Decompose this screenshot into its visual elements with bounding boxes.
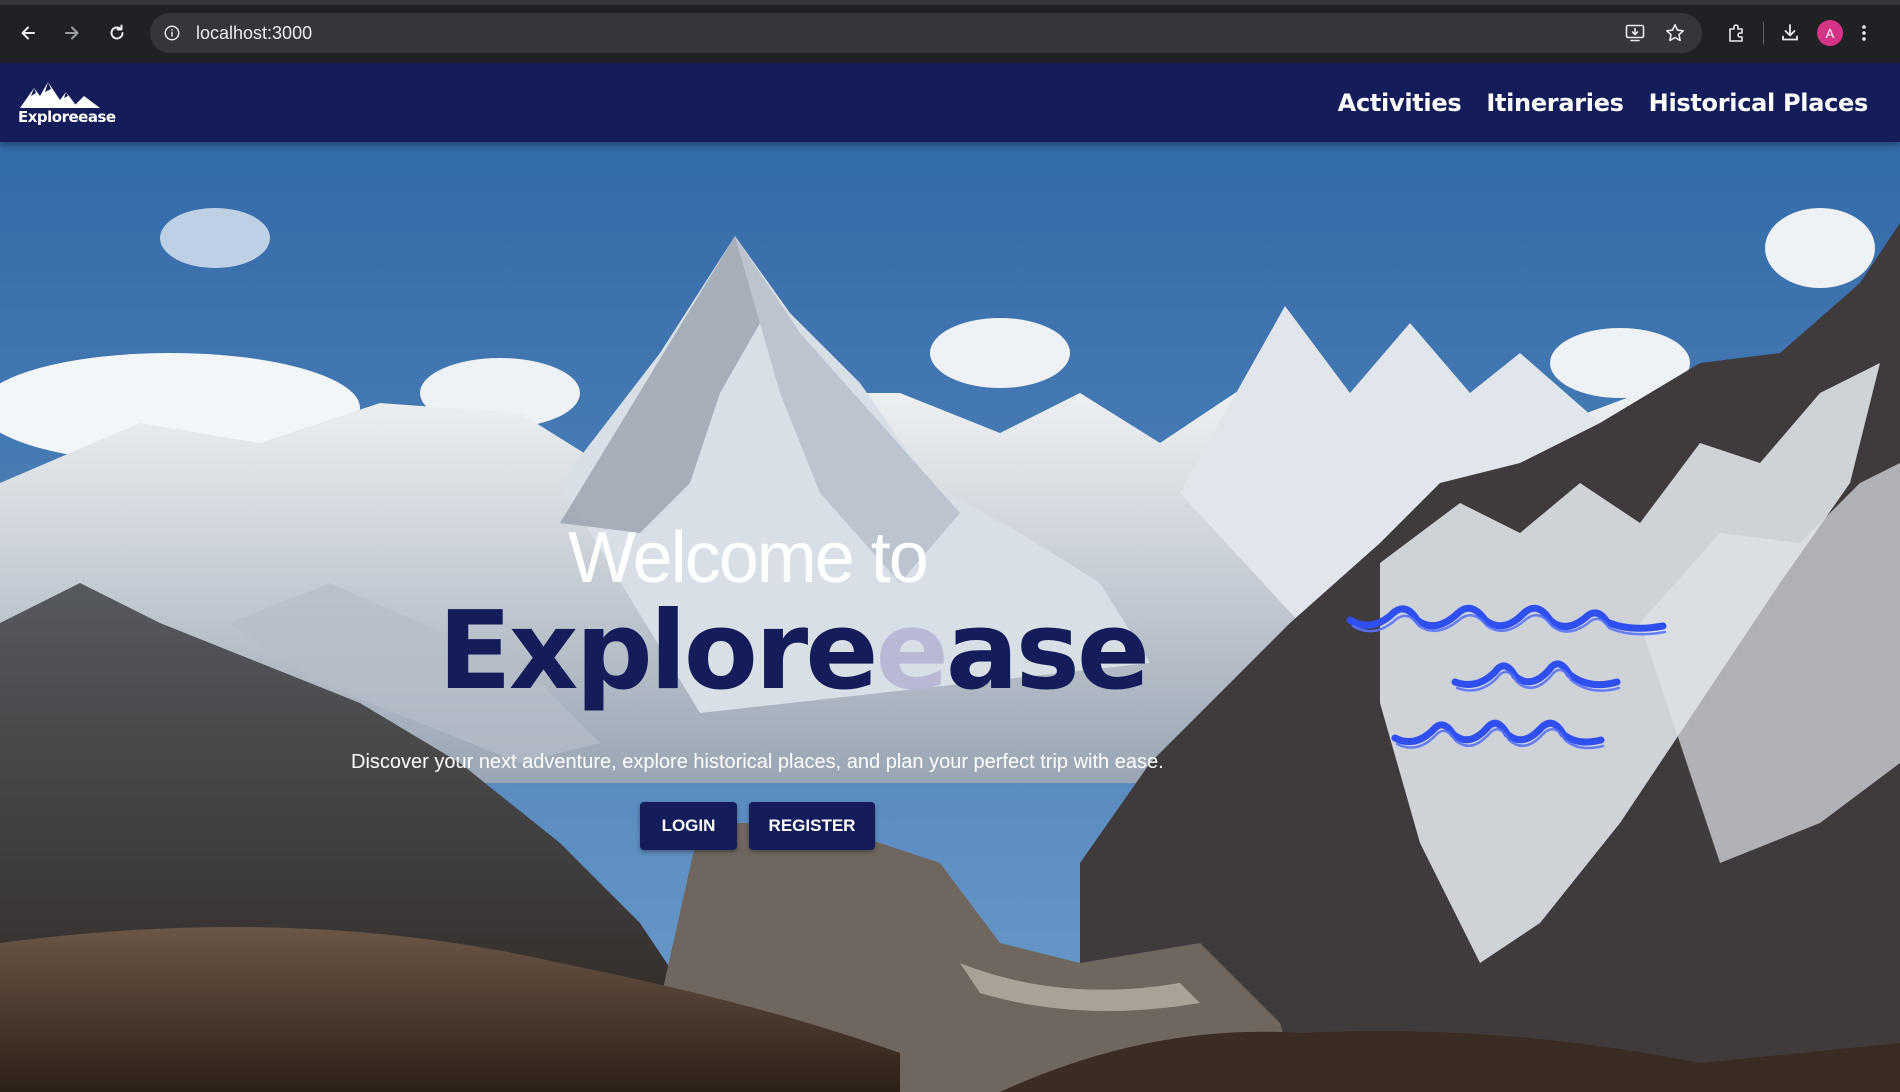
logo-text: Exploreease bbox=[18, 108, 116, 126]
nav-historical-places[interactable]: Historical Places bbox=[1649, 89, 1869, 117]
site-info-icon[interactable] bbox=[162, 23, 182, 43]
brand-logo[interactable]: Exploreease bbox=[18, 80, 116, 128]
nav-activities[interactable]: Activities bbox=[1338, 89, 1462, 117]
register-button[interactable]: REGISTER bbox=[749, 802, 875, 850]
reload-icon[interactable] bbox=[101, 17, 133, 49]
omnibox-actions bbox=[1618, 13, 1692, 53]
forward-arrow-icon[interactable] bbox=[56, 17, 88, 49]
nav-itineraries[interactable]: Itineraries bbox=[1486, 89, 1624, 117]
page-viewport: Exploreease Activities Itineraries Histo… bbox=[0, 63, 1900, 1092]
brand-title-part1: Explore bbox=[438, 589, 878, 714]
download-icon[interactable] bbox=[1770, 13, 1810, 53]
profile-button[interactable]: A bbox=[1810, 13, 1850, 53]
blue-waves-icon bbox=[1346, 604, 1667, 750]
login-button[interactable]: LOGIN bbox=[640, 802, 737, 850]
bookmark-star-icon[interactable] bbox=[1658, 16, 1692, 50]
main-nav: Activities Itineraries Historical Places bbox=[1338, 63, 1869, 142]
toolbar-actions: A bbox=[1717, 13, 1878, 53]
install-app-icon[interactable] bbox=[1618, 16, 1652, 50]
back-arrow-icon[interactable] bbox=[12, 17, 44, 49]
address-bar[interactable]: localhost:3000 bbox=[150, 13, 1702, 53]
brand-title: Exploreease bbox=[438, 598, 1150, 706]
tab-strip bbox=[0, 0, 1900, 5]
active-tab[interactable] bbox=[0, 0, 1900, 5]
browser-chrome: localhost:3000 A bbox=[0, 0, 1900, 63]
app-header: Exploreease Activities Itineraries Histo… bbox=[0, 63, 1900, 142]
toolbar-divider bbox=[1763, 22, 1764, 44]
extensions-puzzle-icon[interactable] bbox=[1717, 13, 1757, 53]
brand-title-part2: ase bbox=[945, 589, 1150, 714]
brand-title-accent: e bbox=[875, 589, 948, 714]
hero-background-image bbox=[0, 63, 1900, 1092]
avatar[interactable]: A bbox=[1817, 20, 1843, 46]
mountain-scene bbox=[0, 63, 1900, 1092]
hero-tagline: Discover your next adventure, explore hi… bbox=[351, 751, 1164, 773]
url-text[interactable]: localhost:3000 bbox=[196, 23, 312, 44]
mountain-logo-icon bbox=[20, 82, 100, 108]
welcome-heading: Welcome to bbox=[568, 518, 929, 598]
kebab-menu-icon[interactable] bbox=[1850, 13, 1878, 53]
